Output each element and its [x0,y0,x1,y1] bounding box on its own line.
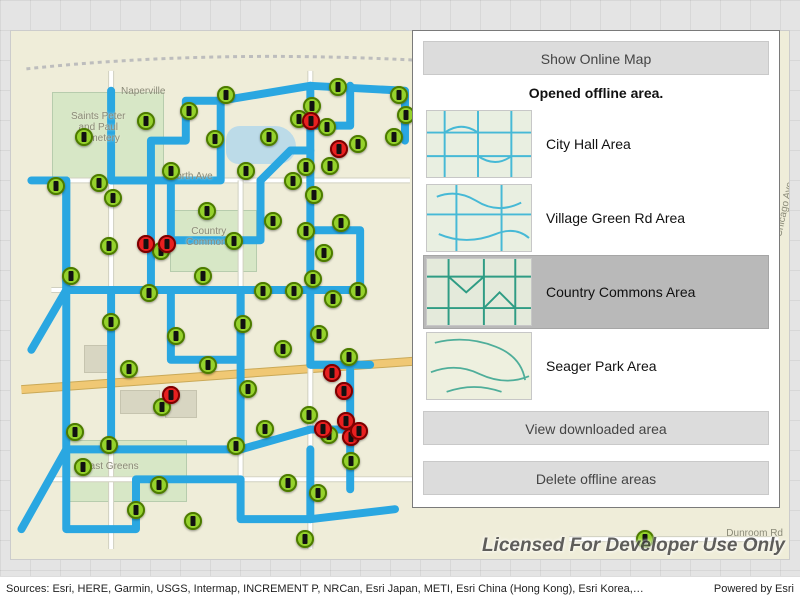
status-marker-green[interactable] [180,102,198,120]
status-marker-green[interactable] [318,118,336,136]
area-label: City Hall Area [546,136,631,152]
area-item-village-green[interactable]: Village Green Rd Area [423,181,769,255]
status-marker-green[interactable] [206,130,224,148]
status-marker-green[interactable] [324,290,342,308]
attribution-powered-by: Powered by Esri [714,583,794,595]
status-marker-green[interactable] [297,222,315,240]
status-marker-green[interactable] [47,177,65,195]
status-marker-green[interactable] [120,360,138,378]
offline-area-list: City Hall Area Village Green Rd Area Cou… [423,107,769,403]
area-label: Village Green Rd Area [546,210,685,226]
status-marker-red[interactable] [350,422,368,440]
status-marker-red[interactable] [158,235,176,253]
status-marker-red[interactable] [314,420,332,438]
status-marker-green[interactable] [284,172,302,190]
delete-offline-areas-button[interactable]: Delete offline areas [423,461,769,495]
status-marker-green[interactable] [217,86,235,104]
status-marker-green[interactable] [300,406,318,424]
area-item-seager-park[interactable]: Seager Park Area [423,329,769,403]
area-label: Seager Park Area [546,358,657,374]
status-marker-green[interactable] [198,202,216,220]
status-marker-red[interactable] [330,140,348,158]
area-thumbnail [426,258,532,326]
area-thumbnail [426,110,532,178]
status-marker-green[interactable] [296,530,314,548]
status-marker-green[interactable] [90,174,108,192]
status-marker-green[interactable] [74,458,92,476]
status-marker-green[interactable] [199,356,217,374]
status-marker-green[interactable] [100,436,118,454]
status-marker-green[interactable] [127,501,145,519]
status-marker-green[interactable] [256,420,274,438]
status-marker-green[interactable] [239,380,257,398]
status-marker-green[interactable] [140,284,158,302]
status-marker-green[interactable] [100,237,118,255]
status-marker-green[interactable] [285,282,303,300]
status-marker-green[interactable] [321,157,339,175]
status-marker-green[interactable] [304,270,322,288]
attribution-sources: Sources: Esri, HERE, Garmin, USGS, Inter… [6,583,646,595]
panel-status-text: Opened offline area. [423,85,769,101]
status-marker-green[interactable] [297,158,315,176]
area-item-country-commons[interactable]: Country Commons Area [423,255,769,329]
view-downloaded-area-button[interactable]: View downloaded area [423,411,769,445]
status-marker-green[interactable] [102,313,120,331]
status-marker-green[interactable] [385,128,403,146]
status-marker-green[interactable] [305,186,323,204]
status-marker-green[interactable] [309,484,327,502]
map-label-naperville: Naperville [121,86,165,97]
status-marker-green[interactable] [234,315,252,333]
status-marker-green[interactable] [390,86,408,104]
status-marker-red[interactable] [302,112,320,130]
status-marker-green[interactable] [342,452,360,470]
status-marker-green[interactable] [194,267,212,285]
status-marker-red[interactable] [162,386,180,404]
status-marker-red[interactable] [335,382,353,400]
status-marker-green[interactable] [104,189,122,207]
status-marker-green[interactable] [264,212,282,230]
status-marker-green[interactable] [150,476,168,494]
status-marker-green[interactable] [167,327,185,345]
status-marker-green[interactable] [340,348,358,366]
status-marker-green[interactable] [62,267,80,285]
status-marker-green[interactable] [279,474,297,492]
status-marker-green[interactable] [274,340,292,358]
status-marker-green[interactable] [260,128,278,146]
status-marker-green[interactable] [75,128,93,146]
area-item-city-hall[interactable]: City Hall Area [423,107,769,181]
status-marker-green[interactable] [225,232,243,250]
status-marker-green[interactable] [349,282,367,300]
status-marker-green[interactable] [315,244,333,262]
show-online-map-button[interactable]: Show Online Map [423,41,769,75]
status-marker-green[interactable] [349,135,367,153]
area-thumbnail [426,184,532,252]
offline-areas-panel: Show Online Map Opened offline area. Cit… [412,30,780,508]
status-marker-red[interactable] [323,364,341,382]
status-marker-green[interactable] [332,214,350,232]
status-marker-red[interactable] [137,235,155,253]
area-thumbnail [426,332,532,400]
attribution-bar: Sources: Esri, HERE, Garmin, USGS, Inter… [0,576,800,600]
status-marker-green[interactable] [162,162,180,180]
status-marker-green[interactable] [254,282,272,300]
status-marker-green[interactable] [66,423,84,441]
status-marker-green[interactable] [227,437,245,455]
area-label: Country Commons Area [546,284,695,300]
status-marker-green[interactable] [137,112,155,130]
status-marker-green[interactable] [237,162,255,180]
status-marker-green[interactable] [184,512,202,530]
developer-watermark: Licensed For Developer Use Only [482,535,785,557]
status-marker-green[interactable] [329,78,347,96]
status-marker-green[interactable] [310,325,328,343]
